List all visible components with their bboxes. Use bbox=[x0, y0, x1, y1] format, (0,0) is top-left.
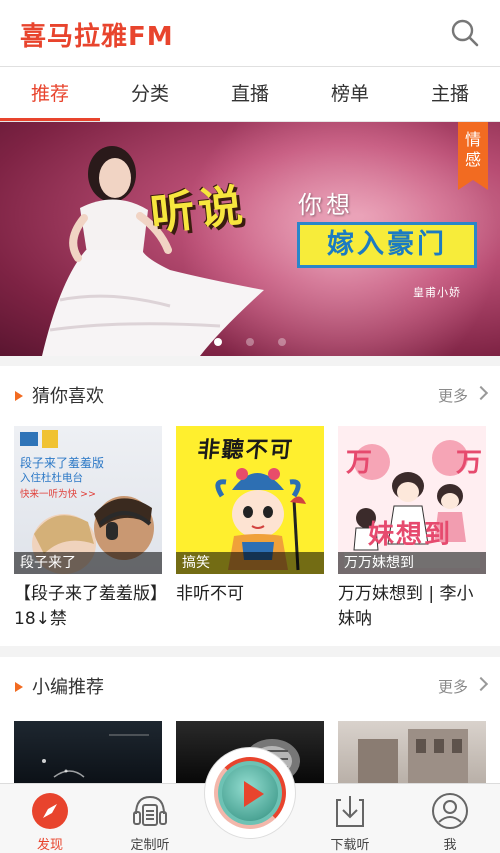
nav-me[interactable]: 我 bbox=[400, 784, 500, 853]
tab-recommend[interactable]: 推荐 bbox=[0, 67, 100, 121]
cover-text: 万 bbox=[346, 448, 373, 478]
brand-badge-icon bbox=[42, 430, 58, 448]
section-marker-icon bbox=[15, 391, 23, 401]
nav-discover[interactable]: 发现 bbox=[0, 784, 100, 853]
card-row: 段子来了羞羞版 入住杜杜电台 快来一听为快 >> 段子来了 【段子来了羞羞版】1… bbox=[0, 426, 500, 656]
banner-category-tag: 情感 bbox=[458, 122, 488, 190]
section-title: 小编推荐 bbox=[32, 677, 104, 698]
more-link[interactable]: 更多 bbox=[438, 385, 468, 406]
banner-headline: 听说 bbox=[148, 180, 249, 241]
nav-label: 发现 bbox=[36, 838, 63, 853]
album-card[interactable]: 段子来了羞羞版 入住杜杜电台 快来一听为快 >> 段子来了 【段子来了羞羞版】1… bbox=[14, 426, 162, 632]
nav-custom-listen[interactable]: 定制听 bbox=[100, 784, 200, 853]
now-playing-button[interactable] bbox=[200, 747, 300, 853]
download-icon bbox=[336, 796, 364, 827]
top-bar: 喜马拉雅FM bbox=[0, 0, 500, 67]
nav-label: 我 bbox=[443, 838, 457, 853]
banner-bride-image bbox=[42, 146, 264, 356]
album-title[interactable]: 非听不可 bbox=[176, 582, 324, 607]
nav-label: 下载听 bbox=[330, 838, 370, 853]
album-cover[interactable]: 段子来了羞羞版 入住杜杜电台 快来一听为快 >> 段子来了 bbox=[14, 426, 162, 574]
chevron-right-icon[interactable] bbox=[473, 676, 489, 692]
album-card[interactable]: 非聽不可 搞笑 非听不可 bbox=[176, 426, 324, 607]
banner-dot[interactable] bbox=[278, 338, 286, 346]
app-logo: 喜马拉雅FM bbox=[20, 22, 174, 52]
cover-text: 段子来了羞羞版 bbox=[20, 456, 105, 470]
album-card[interactable] bbox=[338, 721, 486, 783]
section-title: 猜你喜欢 bbox=[32, 386, 104, 407]
play-icon[interactable] bbox=[244, 781, 264, 807]
banner-host: 皇甫小娇 bbox=[413, 286, 461, 299]
cover-label: 段子来了 bbox=[14, 552, 162, 574]
banner-pagination bbox=[0, 331, 500, 350]
app-root: 喜马拉雅FM 推荐 分类 直播 榜单 主播 听说 你想 嫁入豪门 皇甫小娇 情感… bbox=[0, 0, 500, 853]
promo-banner[interactable]: 听说 你想 嫁入豪门 皇甫小娇 情感 bbox=[0, 122, 500, 356]
banner-line2: 嫁入豪门 bbox=[327, 229, 447, 260]
building-cover-art bbox=[358, 729, 468, 783]
profile-icon bbox=[432, 793, 468, 829]
nav-label: 定制听 bbox=[130, 838, 170, 853]
tab-live[interactable]: 直播 bbox=[200, 67, 300, 121]
album-cover[interactable] bbox=[338, 721, 486, 783]
cover-label: 万万妹想到 bbox=[338, 552, 486, 574]
album-cover[interactable] bbox=[14, 721, 162, 783]
section-marker-icon bbox=[15, 682, 23, 692]
banner-dot[interactable] bbox=[246, 338, 254, 346]
album-cover[interactable]: 万 万 妹想到 万万妹想到 bbox=[338, 426, 486, 574]
night-sky-cover-art bbox=[42, 734, 149, 778]
album-card[interactable] bbox=[14, 721, 162, 783]
brand-badge-icon bbox=[20, 432, 38, 446]
section-guess-you-like: 猜你喜欢 更多 段子来了羞羞版 入住杜杜电台 快来一听为快 >> 段子来了 【段… bbox=[0, 366, 500, 646]
banner-line1: 你想 bbox=[298, 191, 354, 219]
cover-text: 万 bbox=[456, 448, 483, 478]
album-title[interactable]: 万万妹想到 | 李小妹呐 bbox=[338, 582, 486, 632]
headphones-list-icon bbox=[133, 795, 167, 826]
section-header: 猜你喜欢 更多 bbox=[0, 366, 500, 426]
cover-label: 搞笑 bbox=[176, 552, 324, 574]
chevron-right-icon[interactable] bbox=[473, 385, 489, 401]
category-tabs: 推荐 分类 直播 榜单 主播 bbox=[0, 67, 500, 122]
compass-icon bbox=[32, 793, 68, 829]
album-cover[interactable]: 非聽不可 搞笑 bbox=[176, 426, 324, 574]
album-title[interactable]: 【段子来了羞羞版】18↓禁 bbox=[14, 582, 162, 632]
banner-line2-box: 嫁入豪门 bbox=[297, 222, 477, 268]
tab-charts[interactable]: 榜单 bbox=[300, 67, 400, 121]
nav-downloads[interactable]: 下载听 bbox=[300, 784, 400, 853]
album-card[interactable]: 万 万 妹想到 万万妹想到 万万妹想到 | 李小妹呐 bbox=[338, 426, 486, 632]
more-link[interactable]: 更多 bbox=[438, 676, 468, 697]
tab-categories[interactable]: 分类 bbox=[100, 67, 200, 121]
section-header: 小编推荐 更多 bbox=[0, 657, 500, 717]
cover-text: 入住杜杜电台 bbox=[20, 472, 83, 484]
search-icon[interactable] bbox=[450, 18, 480, 48]
banner-dot[interactable] bbox=[214, 338, 222, 346]
cover-text: 妹想到 bbox=[368, 520, 453, 550]
tab-hosts[interactable]: 主播 bbox=[400, 67, 500, 121]
